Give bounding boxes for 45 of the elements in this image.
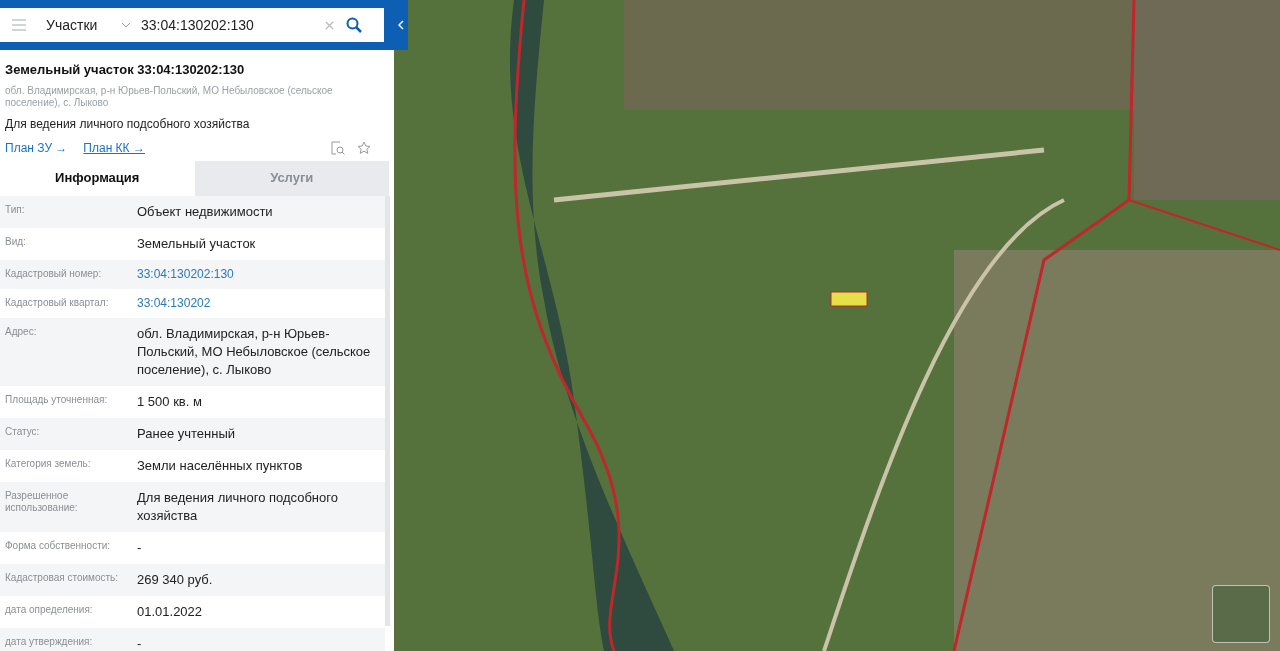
field-value: 01.01.2022 [137,602,204,621]
map-layer-thumbnail[interactable] [1212,585,1270,643]
field-value: Для ведения личного подсобного хозяйства [137,488,339,525]
field-label: Адрес: [4,324,38,338]
clear-icon[interactable] [325,20,334,30]
field-label: Вид: [4,234,27,248]
field-value: 269 340 руб. [137,570,214,589]
field-label: Форма собственности: [4,538,112,552]
plan-link[interactable]: План КК → [83,138,145,157]
field-value: 1 500 кв. м [137,392,203,411]
object-address: обл. Владимирская, р-н Юрьев-Польский, МО Небыловское (сельское поселение), с. Лыково [5,84,334,109]
search-field[interactable]: Участки 33:04:130202:130 [0,8,384,42]
plan-link[interactable]: План ЗУ → [5,138,68,157]
field-label: дата определения: [4,602,94,616]
search-icon[interactable] [346,17,362,33]
scrollbar[interactable] [385,195,390,626]
field-label: Площадь уточненная: [4,392,109,406]
field-label: Категория земель: [4,456,92,470]
field-value: Земли населённых пунктов [137,456,304,475]
field-value: - [137,634,143,651]
field-value: обл. Владимирская, р-н Юрьев-Польский, МО Небыловское (сельское поселение), с. Лыково [137,324,372,379]
menu-icon[interactable] [12,19,26,31]
tab[interactable]: Услуги [194,160,389,196]
category-dropdown[interactable]: Участки [46,14,131,36]
star-icon[interactable] [357,140,371,155]
field-value: Ранее учтенный [137,424,236,443]
field-label: Кадастровая стоимость: [4,570,120,584]
field-link[interactable]: 33:04:130202:130 [137,266,234,282]
collapse-panel-button[interactable] [394,0,408,50]
field-label: Кадастровый номер: [4,266,103,280]
object-purpose: Для ведения личного подсобного хозяйства [5,115,251,133]
object-title: Земельный участок 33:04:130202:130 [5,61,246,79]
field-label: Кадастровый квартал: [4,295,110,309]
caret-icon [121,22,131,28]
field-value: Объект недвижимости [137,202,274,221]
satellite-map-drawing[interactable] [394,0,1280,651]
map-search-icon[interactable] [331,140,345,155]
chevron-left-icon [398,20,404,30]
field-link[interactable]: 33:04:130202 [137,295,211,311]
field-label: дата утверждения: [4,634,94,648]
field-label: Тип: [4,202,26,216]
field-label: Разрешенное использование: [4,488,79,514]
field-value: - [137,538,143,557]
field-label: Статус: [4,424,41,438]
field-value: Земельный участок [137,234,257,253]
